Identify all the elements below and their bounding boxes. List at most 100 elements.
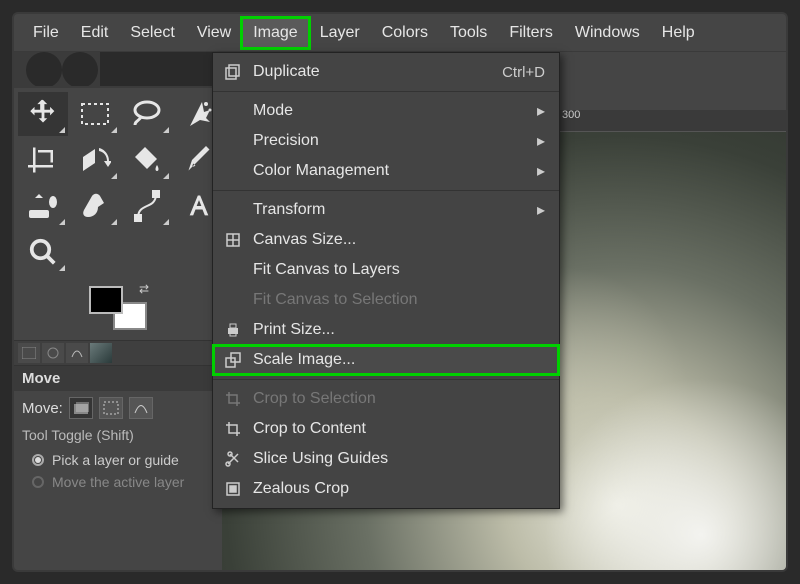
tool-rect-select[interactable] [70,92,120,136]
move-label: Move: [22,400,63,417]
tool-clone[interactable] [18,184,68,228]
tool-submenu-indicator-icon [59,127,65,133]
tool-submenu-indicator-icon [59,265,65,271]
tool-crop[interactable] [18,138,68,182]
color-swatches[interactable]: ⇄ [14,280,222,340]
tool-submenu-indicator-icon [111,173,117,179]
mi-label: Zealous Crop [253,480,545,498]
move-mode-layer[interactable] [69,397,93,419]
mi-slice-guides[interactable]: Slice Using Guides [213,444,559,474]
mi-label: Color Management [253,162,527,180]
dock-tab-1[interactable] [18,343,40,363]
menu-separator [213,91,559,92]
mi-color-management[interactable]: Color Management ▸ [213,156,559,186]
mi-crop-selection: Crop to Selection [213,384,559,414]
menu-help[interactable]: Help [651,18,706,48]
tool-path[interactable] [122,184,172,228]
mi-print-size[interactable]: Print Size... [213,315,559,345]
toolbox-header-graphic [14,52,222,88]
tool-submenu-indicator-icon [111,127,117,133]
submenu-arrow-icon: ▸ [537,161,545,181]
mi-label: Fit Canvas to Selection [253,291,545,309]
tool-rotate[interactable] [70,138,120,182]
canvas-size-icon [223,232,243,248]
submenu-arrow-icon: ▸ [537,101,545,121]
swap-colors-icon[interactable]: ⇄ [139,282,149,296]
app-window: File Edit Select View Image Layer Colors… [12,12,788,572]
scale-icon [223,352,243,368]
mi-label: Fit Canvas to Layers [253,261,545,279]
crop-icon [223,391,243,407]
dock-tab-2[interactable] [42,343,64,363]
menu-view[interactable]: View [186,18,242,48]
tool-zoom[interactable] [18,230,68,274]
mi-mode[interactable]: Mode ▸ [213,96,559,126]
image-menu: Duplicate Ctrl+D Mode ▸ Precision ▸ Color … [212,52,560,509]
menubar: File Edit Select View Image Layer Colors… [14,14,786,52]
mi-label: Transform [253,201,527,219]
dock-tabs [14,340,222,366]
mi-fit-canvas-layers[interactable]: Fit Canvas to Layers [213,255,559,285]
tool-move[interactable] [18,92,68,136]
image-thumb-icon [90,343,112,363]
menu-file[interactable]: File [22,18,70,48]
menu-layer[interactable]: Layer [309,18,371,48]
dock-tab-3[interactable] [66,343,88,363]
mi-label: Mode [253,102,527,120]
fg-color-swatch[interactable] [89,286,123,314]
menu-tools[interactable]: Tools [439,18,498,48]
mi-fit-canvas-selection: Fit Canvas to Selection [213,285,559,315]
menu-windows[interactable]: Windows [564,18,651,48]
tool-toggle-label: Tool Toggle (Shift) [14,425,222,449]
mi-scale-image[interactable]: Scale Image... [213,345,559,375]
tool-lasso[interactable] [122,92,172,136]
mi-label: Duplicate [253,63,492,81]
menu-filters[interactable]: Filters [498,18,564,48]
crop-icon [223,421,243,437]
menu-image[interactable]: Image [242,18,308,48]
duplicate-icon [223,64,243,80]
menu-colors[interactable]: Colors [371,18,439,48]
mi-precision[interactable]: Precision ▸ [213,126,559,156]
mi-zealous-crop[interactable]: Zealous Crop [213,474,559,504]
menu-separator [213,190,559,191]
slice-icon [223,451,243,467]
mi-label: Canvas Size... [253,231,545,249]
mi-canvas-size[interactable]: Canvas Size... [213,225,559,255]
menu-select[interactable]: Select [119,18,185,48]
mi-transform[interactable]: Transform ▸ [213,195,559,225]
radio-move-active-label: Move the active layer [52,474,184,490]
mi-crop-content[interactable]: Crop to Content [213,414,559,444]
move-mode-path[interactable] [129,397,153,419]
radio-pick-layer[interactable]: Pick a layer or guide [14,449,222,471]
tool-submenu-indicator-icon [163,219,169,225]
mi-label: Crop to Selection [253,390,545,408]
mi-duplicate[interactable]: Duplicate Ctrl+D [213,57,559,87]
move-mode-selection[interactable] [99,397,123,419]
mi-label: Scale Image... [253,351,545,369]
mi-label: Print Size... [253,321,545,339]
tool-grid [14,88,222,280]
radio-pick-layer-label: Pick a layer or guide [52,452,179,468]
mi-label: Precision [253,132,527,150]
dock-tab-4[interactable] [90,343,112,363]
tool-submenu-indicator-icon [163,127,169,133]
zealous-icon [223,481,243,497]
toolbox-panel: ⇄ Move Move: Tool Toggle (Shift) Pick a … [14,52,222,572]
tool-bucket-fill[interactable] [122,138,172,182]
mi-accel: Ctrl+D [502,64,545,81]
mi-label: Slice Using Guides [253,450,545,468]
radio-move-active[interactable]: Move the active layer [14,471,222,493]
menu-edit[interactable]: Edit [70,18,120,48]
submenu-arrow-icon: ▸ [537,200,545,220]
submenu-arrow-icon: ▸ [537,131,545,151]
print-icon [223,322,243,338]
tool-submenu-indicator-icon [163,173,169,179]
tool-options-move-row: Move: [14,391,222,425]
tool-submenu-indicator-icon [111,219,117,225]
ruler-tick: 300 [558,110,580,132]
mi-label: Crop to Content [253,420,545,438]
menu-separator [213,379,559,380]
tool-options-title: Move [14,366,222,391]
tool-smudge[interactable] [70,184,120,228]
